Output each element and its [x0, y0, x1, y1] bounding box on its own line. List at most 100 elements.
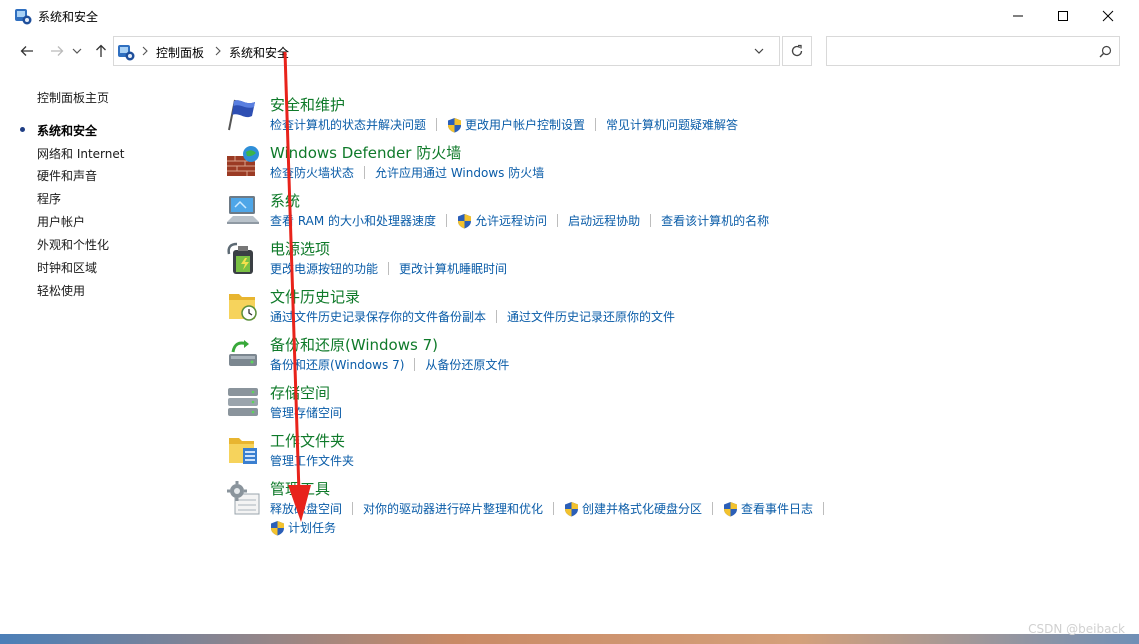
minimize-button[interactable]	[995, 0, 1041, 32]
control-panel-icon	[15, 9, 32, 25]
sidebar-item-programs[interactable]: 程序	[37, 190, 61, 207]
divider	[446, 214, 448, 227]
link-troubleshoot[interactable]: 常见计算机问题疑难解答	[606, 116, 738, 133]
category-title[interactable]: 备份和还原(Windows 7)	[270, 334, 438, 355]
arrow-up-icon	[96, 44, 106, 57]
divider	[650, 214, 652, 227]
uac-shield-icon	[724, 501, 738, 516]
category-admin-tools: 管理工具 释放磁盘空间 对你的驱动器进行碎片整理和优化 创建并格式化硬盘分区 查…	[225, 478, 1125, 542]
uac-shield-icon	[565, 501, 579, 516]
link-firewall-status[interactable]: 检查防火墙状态	[270, 164, 354, 181]
sidebar-item-network[interactable]: 网络和 Internet	[37, 145, 124, 162]
active-indicator	[20, 127, 25, 132]
storage-icon	[228, 388, 258, 416]
category-title[interactable]: 安全和维护	[270, 94, 345, 115]
category-work-folders: 工作文件夹 管理工作文件夹	[225, 430, 1125, 476]
sidebar-item-hardware[interactable]: 硬件和声音	[37, 167, 97, 184]
up-button[interactable]	[90, 40, 112, 62]
link-computer-name[interactable]: 查看该计算机的名称	[661, 212, 769, 229]
refresh-button[interactable]	[782, 36, 812, 66]
category-title[interactable]: Windows Defender 防火墙	[270, 142, 461, 163]
link-uac-settings[interactable]: 更改用户帐户控制设置	[447, 116, 585, 133]
close-icon	[1102, 10, 1114, 22]
link-manage-work-folders[interactable]: 管理工作文件夹	[270, 452, 354, 469]
link-restore-files[interactable]: 通过文件历史记录还原你的文件	[507, 308, 675, 325]
admin-tools-icon	[227, 481, 260, 515]
watermark: CSDN @beiback	[1028, 622, 1125, 636]
refresh-icon	[791, 44, 803, 57]
link-check-status[interactable]: 检查计算机的状态并解决问题	[270, 116, 426, 133]
file-history-icon	[229, 294, 257, 321]
category-links: 检查防火墙状态 允许应用通过 Windows 防火墙	[270, 164, 544, 181]
address-bar[interactable]: 控制面板 系统和安全	[113, 36, 780, 66]
category-links: 检查计算机的状态并解决问题 更改用户帐户控制设置 常见计算机问题疑难解答	[270, 116, 738, 133]
divider	[595, 118, 597, 131]
breadcrumb-system-security[interactable]: 系统和安全	[229, 44, 289, 61]
sidebar-item-home[interactable]: 控制面板主页	[37, 89, 109, 106]
category-title[interactable]: 电源选项	[270, 238, 330, 259]
sidebar-item-appearance[interactable]: 外观和个性化	[37, 236, 109, 253]
link-sleep-time[interactable]: 更改计算机睡眠时间	[399, 260, 507, 277]
divider	[364, 166, 366, 179]
minimize-icon	[1013, 15, 1023, 17]
chevron-down-icon	[72, 48, 82, 54]
category-links: 管理存储空间	[270, 404, 342, 421]
category-links: 释放磁盘空间 对你的驱动器进行碎片整理和优化 创建并格式化硬盘分区 查看事件日志	[270, 500, 834, 517]
breadcrumb-control-panel[interactable]: 控制面板	[156, 44, 204, 61]
link-allow-app[interactable]: 允许应用通过 Windows 防火墙	[375, 164, 544, 181]
back-button[interactable]	[16, 40, 38, 62]
category-firewall: Windows Defender 防火墙 检查防火墙状态 允许应用通过 Wind…	[225, 142, 1125, 188]
link-label: 允许远程访问	[475, 214, 548, 228]
sidebar-item-system-security[interactable]: 系统和安全	[37, 122, 97, 139]
category-backup-restore: 备份和还原(Windows 7) 备份和还原(Windows 7) 从备份还原文…	[225, 334, 1125, 380]
close-button[interactable]	[1085, 0, 1131, 32]
category-title[interactable]: 管理工具	[270, 478, 330, 499]
link-remote-access[interactable]: 允许远程访问	[457, 212, 547, 229]
link-event-logs[interactable]: 查看事件日志	[723, 500, 813, 517]
link-backup-restore[interactable]: 备份和还原(Windows 7)	[270, 356, 404, 373]
category-title[interactable]: 存储空间	[270, 382, 330, 403]
recent-locations-button[interactable]	[70, 40, 84, 62]
sidebar-item-user-accounts[interactable]: 用户帐户	[37, 213, 85, 230]
category-power: 电源选项 更改电源按钮的功能 更改计算机睡眠时间	[225, 238, 1125, 284]
link-label: 更改用户帐户控制设置	[465, 118, 586, 132]
category-title[interactable]: 文件历史记录	[270, 286, 360, 307]
chevron-down-icon[interactable]	[751, 44, 767, 58]
link-manage-storage[interactable]: 管理存储空间	[270, 404, 342, 421]
link-defragment[interactable]: 对你的驱动器进行碎片整理和优化	[363, 500, 543, 517]
link-schedule-tasks[interactable]: 计划任务	[270, 519, 336, 536]
category-links: 管理工作文件夹	[270, 452, 354, 469]
divider	[388, 262, 390, 275]
sidebar-item-ease-of-access[interactable]: 轻松使用	[37, 282, 85, 299]
link-view-ram[interactable]: 查看 RAM 的大小和处理器速度	[270, 212, 436, 229]
category-title[interactable]: 系统	[270, 190, 300, 211]
category-links: 更改电源按钮的功能 更改计算机睡眠时间	[270, 260, 507, 277]
category-security-maintenance: 安全和维护 检查计算机的状态并解决问题 更改用户帐户控制设置 常见计算机问题疑难…	[225, 94, 1125, 140]
uac-shield-icon	[448, 117, 462, 132]
link-remote-assistance[interactable]: 启动远程协助	[568, 212, 640, 229]
divider	[352, 502, 354, 515]
divider	[557, 214, 559, 227]
link-power-button[interactable]: 更改电源按钮的功能	[270, 260, 378, 277]
system-icon	[227, 196, 259, 224]
link-create-partitions[interactable]: 创建并格式化硬盘分区	[564, 500, 702, 517]
link-restore-from-backup[interactable]: 从备份还原文件	[425, 356, 509, 373]
link-label: 查看事件日志	[741, 502, 814, 516]
arrow-right-icon	[51, 46, 64, 56]
category-file-history: 文件历史记录 通过文件历史记录保存你的文件备份副本 通过文件历史记录还原你的文件	[225, 286, 1125, 332]
link-save-backup[interactable]: 通过文件历史记录保存你的文件备份副本	[270, 308, 486, 325]
category-title[interactable]: 工作文件夹	[270, 430, 345, 451]
divider	[496, 310, 498, 323]
maximize-button[interactable]	[1040, 0, 1086, 32]
control-panel-icon	[118, 45, 135, 61]
power-icon	[227, 242, 253, 274]
title-bar: 系统和安全	[0, 0, 1139, 32]
chevron-right-icon	[215, 46, 221, 56]
forward-button[interactable]	[46, 40, 68, 62]
search-input[interactable]	[826, 36, 1120, 66]
link-free-disk-space[interactable]: 释放磁盘空间	[270, 500, 342, 517]
sidebar-item-clock-region[interactable]: 时钟和区域	[37, 259, 97, 276]
desktop-background-strip	[0, 634, 1139, 644]
category-links-second-row: 计划任务	[270, 519, 336, 536]
divider	[436, 118, 438, 131]
